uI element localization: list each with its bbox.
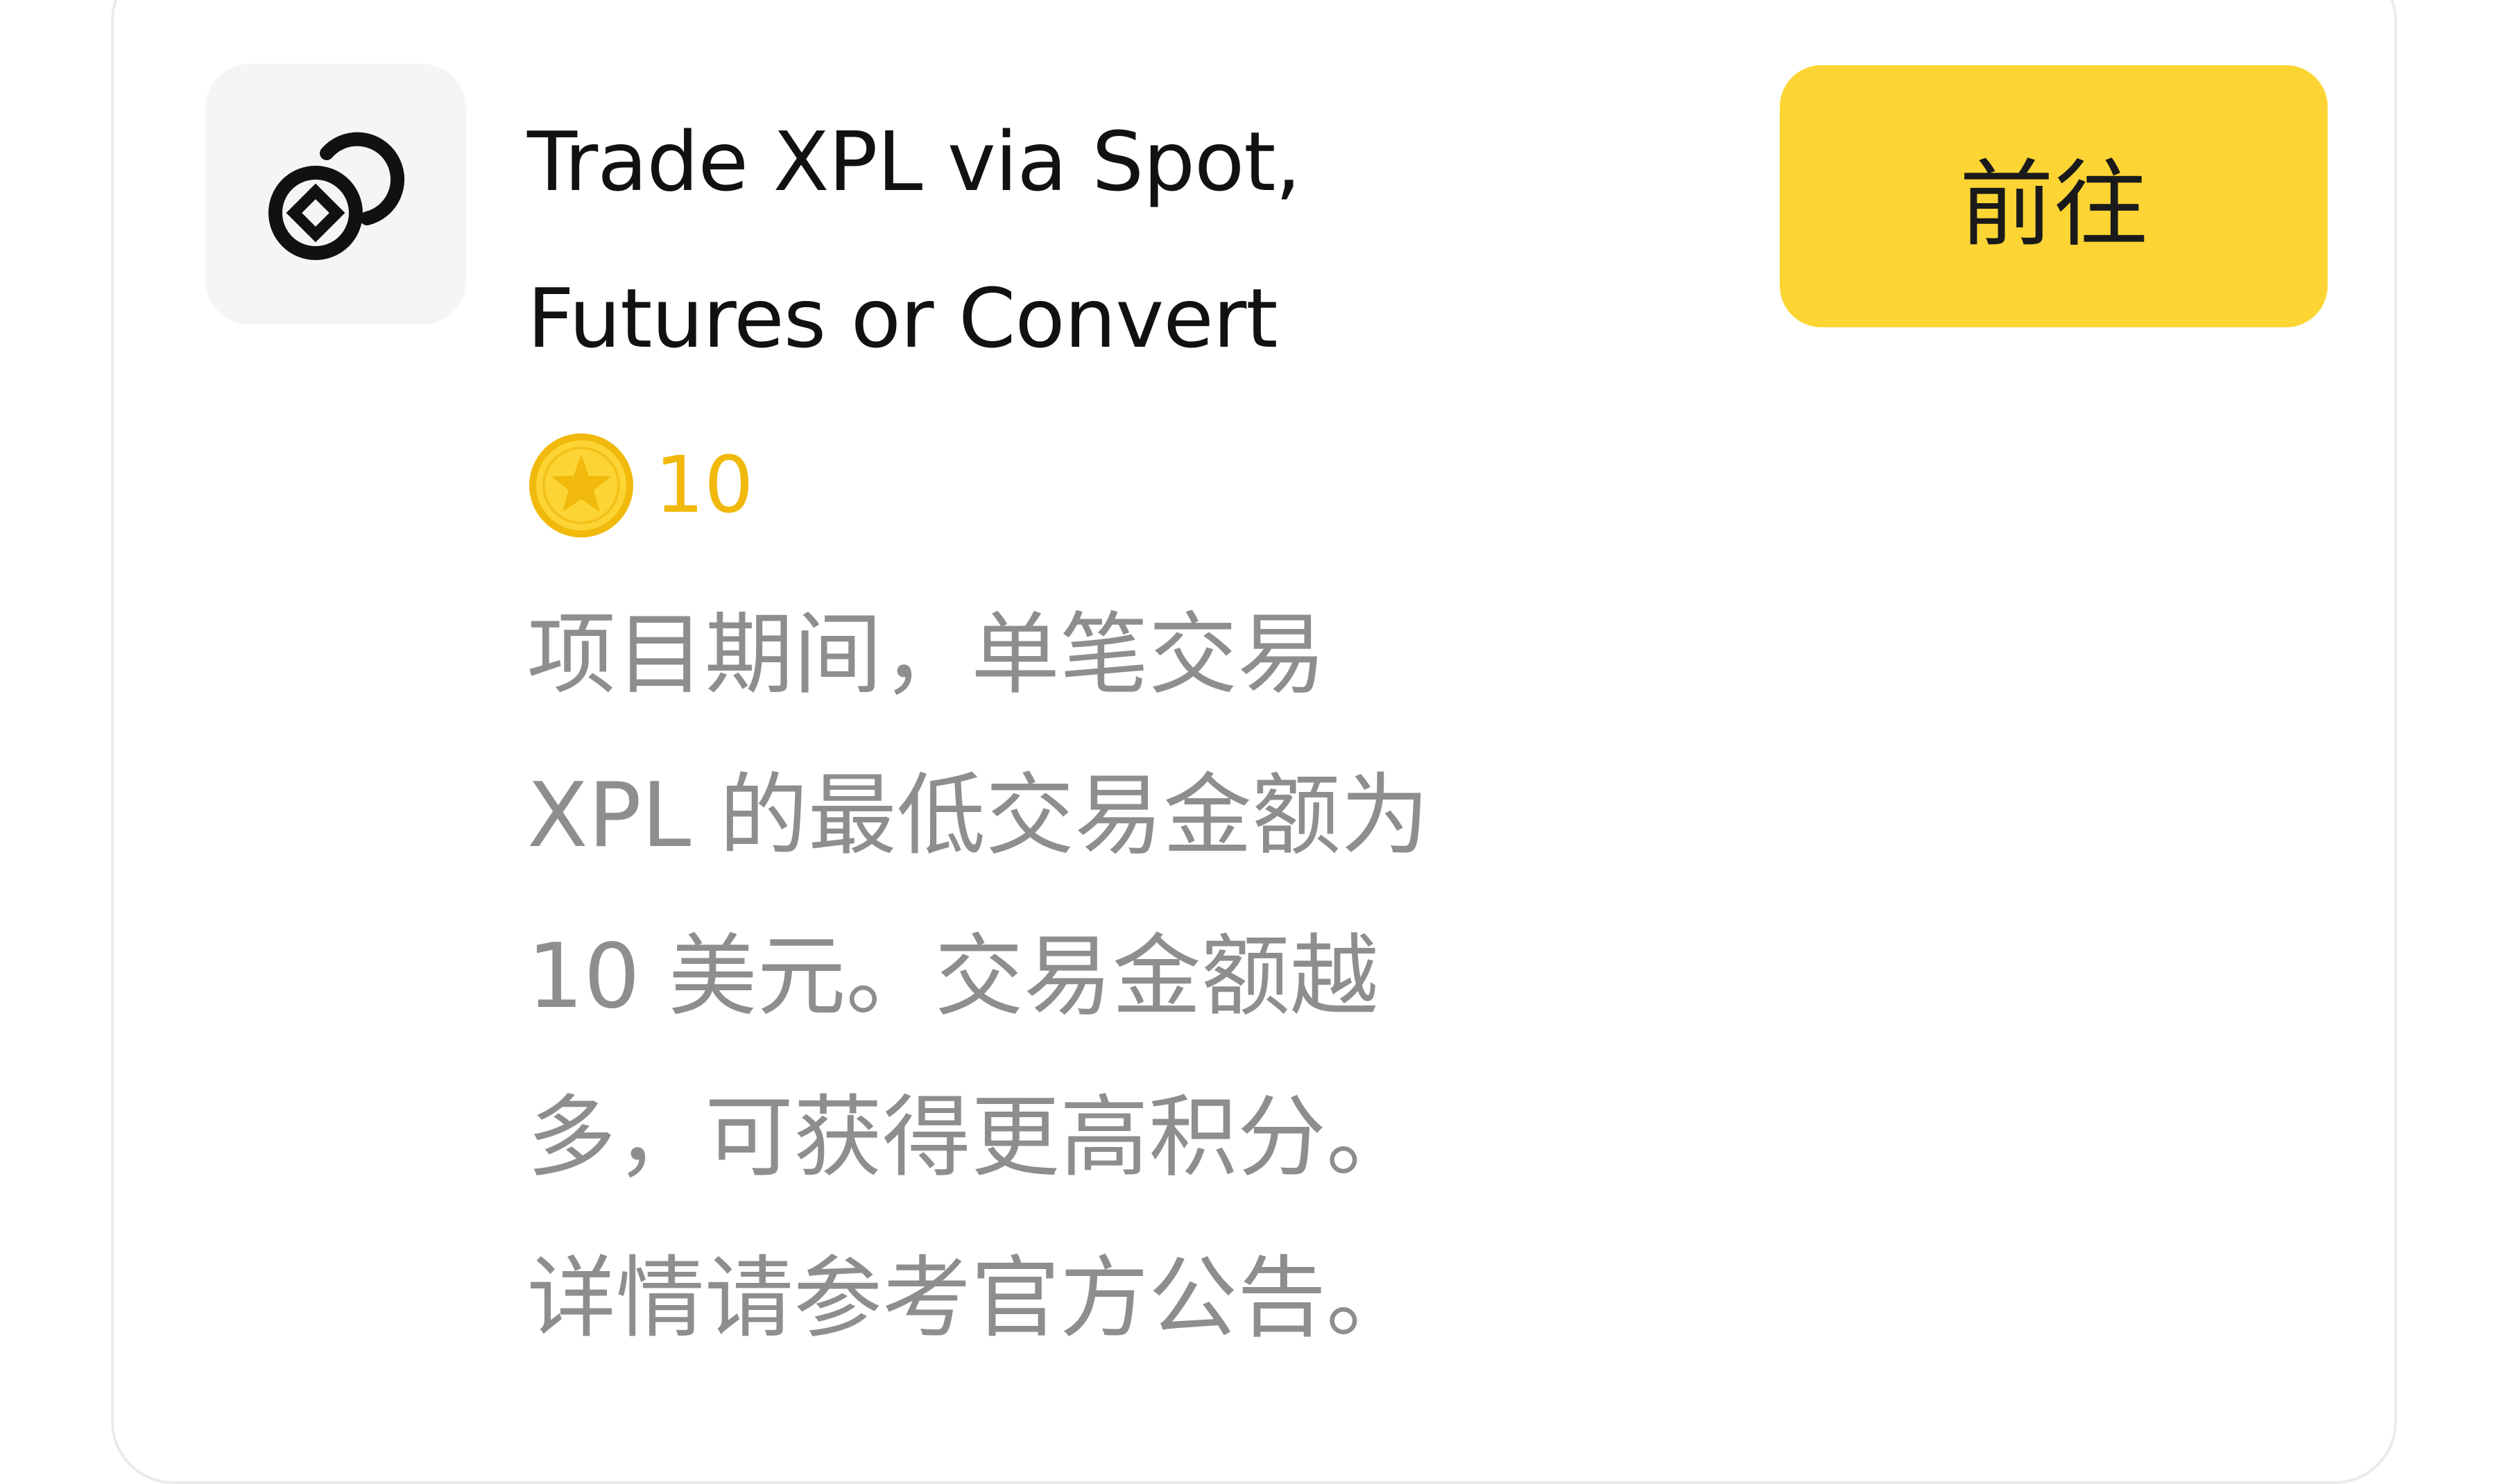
star-coin-icon bbox=[529, 433, 633, 537]
task-description: 项目期间，单笔交易 XPL 的最低交易金额为 10 美元。交易金额越 多，可获得… bbox=[527, 596, 1568, 1401]
description-line: 项目期间，单笔交易 bbox=[527, 603, 1327, 707]
task-title-line: Futures or Convert bbox=[527, 270, 1278, 366]
points-value: 10 bbox=[655, 440, 754, 530]
description-line: 多，可获得更高积分。 bbox=[527, 1086, 1416, 1189]
description-line: XPL 的最低交易金额为 bbox=[527, 764, 1429, 868]
task-icon-tile bbox=[205, 64, 466, 325]
go-button[interactable]: 前往 bbox=[1780, 65, 2328, 327]
points-badge: 10 bbox=[527, 430, 754, 541]
task-title-line: Trade XPL via Spot, bbox=[527, 114, 1301, 209]
description-line: 10 美元。交易金额越 bbox=[527, 925, 1379, 1028]
coins-exchange-icon bbox=[268, 132, 405, 260]
task-title: Trade XPL via Spot, Futures or Convert bbox=[527, 83, 1637, 397]
description-line: 详情请参考官方公告。 bbox=[527, 1247, 1416, 1350]
